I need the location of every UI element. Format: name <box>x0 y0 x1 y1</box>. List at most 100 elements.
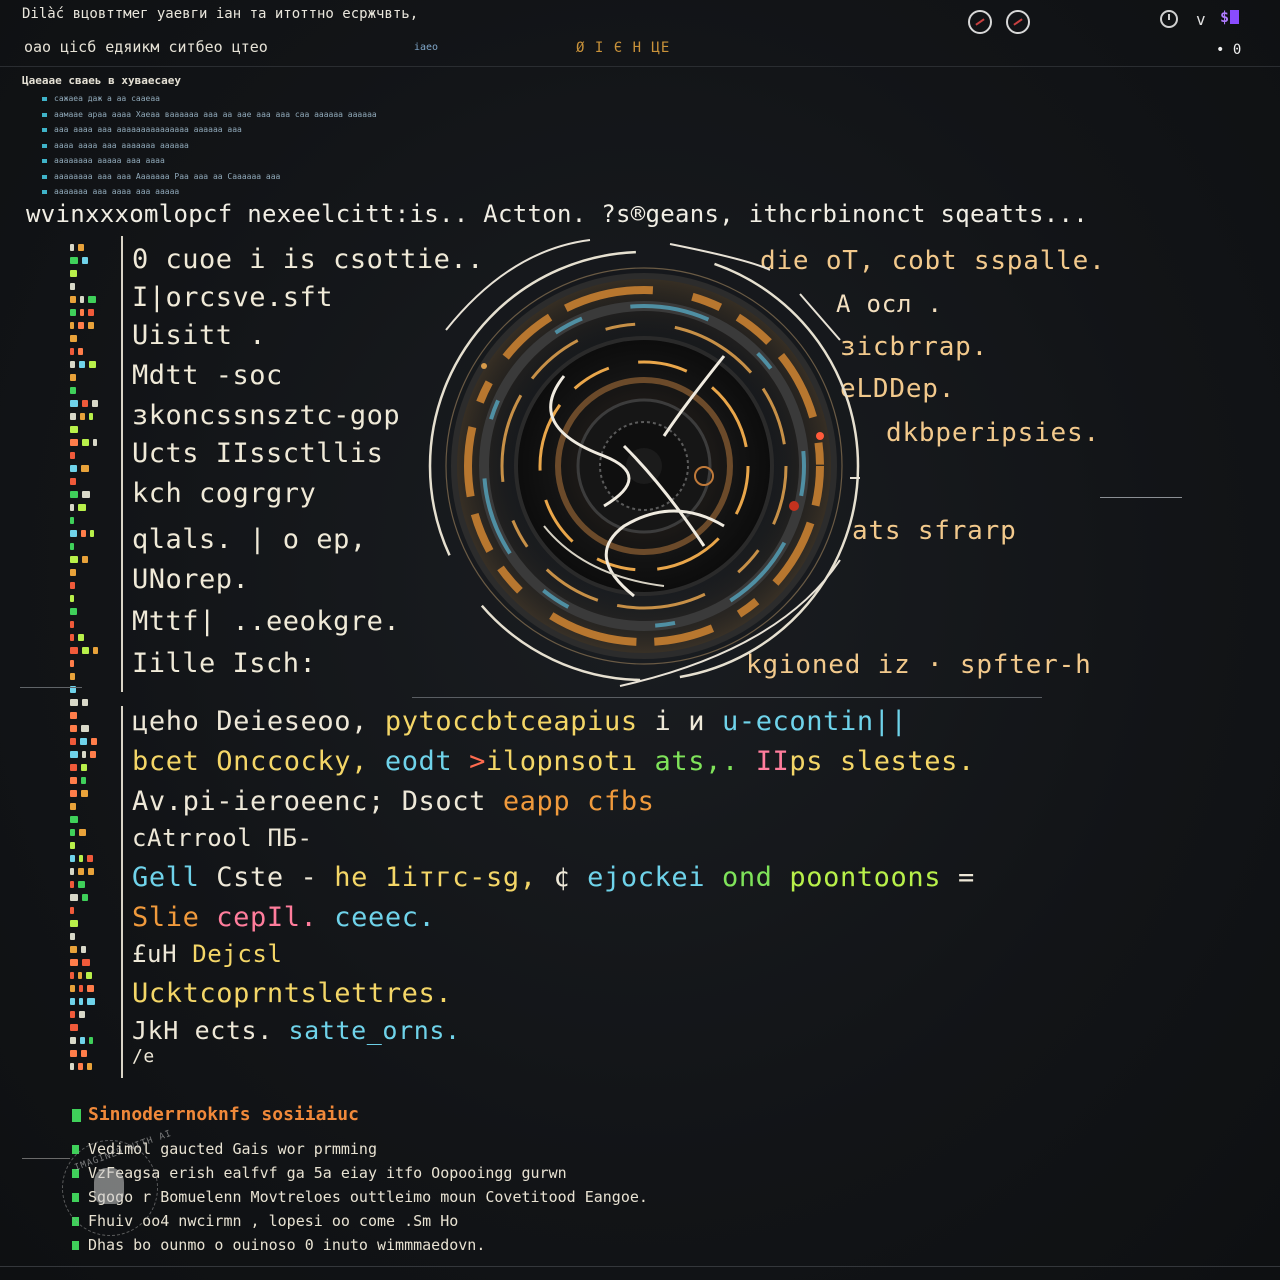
gutter-marker <box>70 504 124 514</box>
code-line[interactable]: зkoncssnsztc-gop <box>132 400 400 431</box>
code-line[interactable]: £uH Dejcsl <box>132 940 283 968</box>
code-token: bcet Onccocky, <box>132 746 385 777</box>
code-line[interactable]: I|orcsve.sft <box>132 282 333 313</box>
close-circle-icon[interactable] <box>1006 10 1030 34</box>
gutter-marker <box>70 478 124 488</box>
gutter-marker <box>70 907 124 917</box>
annotation-label: зicbrrap. <box>840 332 989 362</box>
gutter-marker <box>70 1011 124 1021</box>
footer-line[interactable]: Vedimol gaucted Gais wor prmming <box>70 1137 830 1161</box>
gutter-marker <box>70 803 124 813</box>
gutter-marker <box>70 829 124 839</box>
section-heading: wvinxxxomlopcf nexeelcitt:is.. Actton. ?… <box>26 200 1088 228</box>
code-token: ПБ- <box>267 824 313 852</box>
gutter-marker <box>70 777 124 787</box>
radial-dial[interactable] <box>420 230 860 700</box>
code-line[interactable]: UNorep. <box>132 564 249 595</box>
divider <box>1100 497 1182 498</box>
gutter-marker <box>70 465 124 475</box>
gutter-marker <box>70 881 124 891</box>
gutter-marker <box>70 725 124 735</box>
badge-label: $ <box>1220 8 1230 26</box>
gutter-marker <box>70 348 124 358</box>
code-line[interactable]: цeho Deieseoo, pytoccbtceapius i и u-eco… <box>132 706 907 737</box>
code-token: slestes. <box>839 746 975 777</box>
gutter-marker <box>70 257 124 267</box>
footer-line[interactable]: Sgogo r Bomuelenn Movtreloes outtleimo m… <box>70 1185 830 1209</box>
footer-title: Sinnoderrnoknfs sosiiaiuc <box>70 1104 830 1125</box>
notes-panel: Цаеаае сваеь в хуваесаеу сажаеа даж а аа… <box>22 74 582 200</box>
close-circle-icon[interactable] <box>968 10 992 34</box>
gutter-marker <box>70 894 124 904</box>
list-item[interactable]: аааааааа ааааа ааа аааа <box>22 153 582 169</box>
list-item[interactable]: аааа аааа ааа ааааааа аааааа <box>22 138 582 154</box>
footer-line[interactable]: Dhas bo ounmo o ouinoso 0 inuto wimmmaed… <box>70 1233 830 1257</box>
code-line[interactable]: Uisitt . <box>132 320 266 351</box>
code-line[interactable]: kch cogrgry <box>132 478 316 509</box>
list-item[interactable]: сажаеа даж а аа сааеаа <box>22 91 582 107</box>
watermark-logo-icon: IMAGINED WITH AI <box>62 1129 173 1236</box>
chevron-down-icon[interactable]: v <box>1196 10 1206 29</box>
gutter-marker <box>70 543 124 553</box>
status-tag: іаео <box>414 42 439 53</box>
code-token: pytoccbtceapius <box>384 706 638 737</box>
gutter-marker <box>70 946 124 956</box>
code-line[interactable]: Slie cepIl. ceeec. <box>132 902 435 933</box>
code-line[interactable]: JkH ects. satte_orns. <box>132 1016 461 1045</box>
code-line[interactable]: Iille Isch: <box>132 648 316 679</box>
gutter-marker <box>70 764 124 774</box>
code-line[interactable]: Mttf| ..eeokgre. <box>132 606 400 637</box>
gutter-marker <box>70 790 124 800</box>
window-subtitle: оао цісб едяикм ситбео цтео <box>24 38 268 56</box>
footer-line[interactable]: Fhuiv oo4 nwcirmn , lopesi oo come .Sm H… <box>70 1209 830 1233</box>
annotation-label: dkbperipsies. <box>886 418 1100 448</box>
gutter-marker <box>70 959 124 969</box>
code-token: ilopnsotı <box>485 746 655 777</box>
gutter-marker <box>70 491 124 501</box>
line-gutter <box>70 244 124 1084</box>
mode-tag[interactable]: Ø І Є Н ЦЕ <box>576 40 670 56</box>
gutter-marker <box>70 816 124 826</box>
footer-panel: Sinnoderrnoknfs sosiiaiuc Vedimol gaucte… <box>70 1104 830 1257</box>
code-line[interactable]: bcet Onccocky, eodt >ilopnsotı ats,. IIp… <box>132 746 975 777</box>
code-token: Cste - <box>216 862 335 893</box>
code-token: cfbs <box>587 786 655 817</box>
gutter-marker <box>70 452 124 462</box>
notification-count: • 0 <box>1216 42 1242 58</box>
list-item[interactable]: ааа аааа ааа ааааааааааааааа аааааа ааа <box>22 122 582 138</box>
gutter-marker <box>70 972 124 982</box>
code-line[interactable]: Av.pi-ieroeenc; Dsoct eapp cfbs <box>132 786 655 817</box>
gutter-marker <box>70 985 124 995</box>
gutter-marker <box>70 374 124 384</box>
list-item[interactable]: аааааааа ааа ааа Ааааааа Раа ааа аа Сааа… <box>22 169 582 185</box>
footer-line[interactable]: VzFeagsa erish ealfvf ga 5a eiay itfo Oo… <box>70 1161 830 1185</box>
gutter-marker <box>70 699 124 709</box>
gutter-marker <box>70 582 124 592</box>
code-token: eapp <box>502 786 588 817</box>
gutter-marker <box>70 842 124 852</box>
gutter-marker <box>70 1024 124 1034</box>
gutter-marker <box>70 933 124 943</box>
list-item[interactable]: аамаае араа аааа Хаеаа ваааааа ааа аа аа… <box>22 107 582 123</box>
code-line[interactable]: Gell Cste - he 1iтгс-sg, ¢ ejockei ond p… <box>132 862 975 893</box>
code-token: цeho Deieseoo, <box>132 706 385 737</box>
code-line[interactable]: Ucktcoprntslettres. <box>132 978 452 1009</box>
list-item[interactable]: ааааааа ааа аааа ааа ааааа <box>22 184 582 200</box>
code-line[interactable]: qlals. | o ep, <box>132 524 367 555</box>
gutter-marker <box>70 1050 124 1060</box>
code-token: cAtrrool <box>132 824 268 852</box>
clock-icon[interactable] <box>1160 10 1178 28</box>
app-badge-icon[interactable]: $ <box>1220 8 1240 26</box>
bottom-divider <box>0 1266 1280 1267</box>
gutter-marker <box>70 517 124 527</box>
code-line[interactable]: Ucts IIssctllis <box>132 438 383 469</box>
code-token: ats,. <box>654 746 756 777</box>
code-token: he 1iтгс-sg, <box>334 862 554 893</box>
gutter-marker <box>70 738 124 748</box>
code-line[interactable]: Mdtt -soc <box>132 360 283 391</box>
code-line[interactable]: cAtrrool ПБ- <box>132 824 313 852</box>
gutter-marker <box>70 660 124 670</box>
code-line[interactable]: /e <box>132 1046 155 1067</box>
code-token: eodt <box>384 746 470 777</box>
gutter-marker <box>70 387 124 397</box>
